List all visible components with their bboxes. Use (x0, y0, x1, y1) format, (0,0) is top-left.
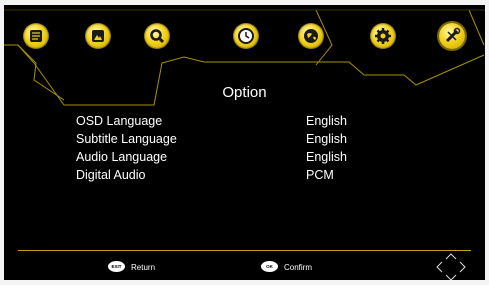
menu-row-label: Audio Language (76, 150, 168, 164)
globe-icon (304, 29, 318, 43)
menu-row-label: OSD Language (76, 114, 163, 128)
menu-row-value: PCM (306, 168, 334, 182)
menu-row-label: Digital Audio (76, 168, 146, 182)
list-icon (30, 30, 42, 42)
ok-key-icon: OK (261, 261, 278, 272)
menu-title: Option (222, 84, 267, 101)
tab-lock[interactable] (298, 23, 324, 49)
tab-search[interactable] (144, 23, 170, 49)
clock-icon (238, 28, 254, 44)
tools-icon (445, 27, 461, 43)
menu-row-value: English (306, 114, 347, 128)
exit-key-icon: EXIT (108, 261, 125, 272)
tab-system[interactable] (439, 23, 465, 49)
navigation-arrows-icon (436, 253, 466, 280)
tab-time[interactable] (233, 23, 259, 49)
osd-screen: Option OSD Language English Subtitle Lan… (4, 5, 485, 280)
tab-option[interactable] (370, 23, 396, 49)
search-icon (150, 29, 165, 44)
footer-divider (18, 250, 471, 251)
picture-icon (92, 30, 104, 42)
menu-row-label: Subtitle Language (76, 132, 177, 146)
menu-row-value: English (306, 150, 347, 164)
tab-channel[interactable] (23, 23, 49, 49)
tab-picture[interactable] (85, 23, 111, 49)
confirm-hint: Confirm (284, 263, 313, 272)
gear-icon (375, 28, 391, 44)
return-hint: Return (131, 263, 156, 272)
menu-row-value: English (306, 132, 347, 146)
